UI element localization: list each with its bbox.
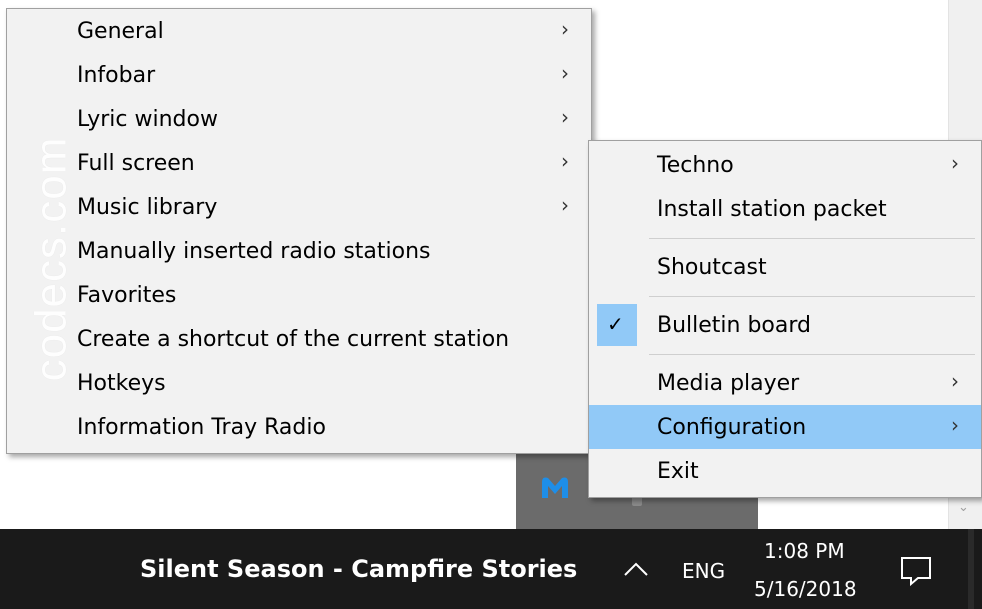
menu-item-lyric-window[interactable]: Lyric window › [7,97,591,141]
menu-item-general[interactable]: General › [7,9,591,53]
menu-item-label: Manually inserted radio stations [77,239,431,264]
menu-item-label: Configuration [657,415,807,440]
show-desktop-button[interactable] [968,529,974,609]
menu-item-infobar[interactable]: Infobar › [7,53,591,97]
menu-item-favorites[interactable]: Favorites [7,273,591,317]
chevron-right-icon: › [951,369,959,393]
menu-item-label: Lyric window [77,107,218,132]
chevron-right-icon: › [951,151,959,175]
menu-item-bulletin-board[interactable]: ✓ Bulletin board [589,303,981,347]
tray-context-menu: Techno › Install station packet Shoutcas… [588,140,982,498]
menu-item-label: Techno [657,153,734,178]
menu-separator [649,296,975,297]
menu-separator [649,238,975,239]
now-playing-text: Silent Season - Campfire Stories [140,555,578,583]
scroll-down-arrow-icon[interactable]: ⌄ [958,500,969,515]
menu-item-label: Shoutcast [657,255,767,280]
menu-item-full-screen[interactable]: Full screen › [7,141,591,185]
menu-item-label: Favorites [77,283,177,308]
menu-item-configuration[interactable]: Configuration › [589,405,981,449]
menu-item-label: Media player [657,371,800,396]
language-indicator[interactable]: ENG [682,559,725,583]
checkmark-icon: ✓ [607,312,624,336]
chevron-right-icon: › [561,17,569,41]
menu-item-label: Hotkeys [77,371,166,396]
menu-item-label: Bulletin board [657,313,811,338]
menu-item-music-library[interactable]: Music library › [7,185,591,229]
check-indicator: ✓ [597,304,637,346]
chevron-right-icon: › [561,61,569,85]
menu-item-label: Information Tray Radio [77,415,326,440]
menu-item-hotkeys[interactable]: Hotkeys [7,361,591,405]
menu-item-label: General [77,19,164,44]
chevron-right-icon: › [561,105,569,129]
chevron-right-icon: › [561,193,569,217]
menu-item-label: Infobar [77,63,156,88]
configuration-submenu: codecs.com General › Infobar › Lyric win… [6,8,592,454]
malwarebytes-icon[interactable] [538,472,572,506]
menu-separator [649,354,975,355]
action-center-icon[interactable] [898,553,934,589]
chevron-right-icon: › [561,149,569,173]
chevron-up-icon[interactable] [622,557,650,581]
clock-date[interactable]: 5/16/2018 [754,577,857,601]
menu-item-manual-radio-stations[interactable]: Manually inserted radio stations [7,229,591,273]
menu-item-create-shortcut[interactable]: Create a shortcut of the current station [7,317,591,361]
menu-item-install-station-packet[interactable]: Install station packet [589,187,981,231]
menu-item-exit[interactable]: Exit [589,449,981,493]
menu-item-label: Full screen [77,151,195,176]
menu-item-information[interactable]: Information Tray Radio [7,405,591,449]
menu-item-media-player[interactable]: Media player › [589,361,981,405]
menu-item-label: Exit [657,459,699,484]
chevron-right-icon: › [951,413,959,437]
clock-time[interactable]: 1:08 PM [764,539,845,563]
menu-item-techno[interactable]: Techno › [589,143,981,187]
menu-item-shoutcast[interactable]: Shoutcast [589,245,981,289]
taskbar: Silent Season - Campfire Stories ENG 1:0… [0,529,982,609]
menu-item-label: Install station packet [657,197,887,222]
menu-item-label: Create a shortcut of the current station [77,327,510,352]
menu-item-label: Music library [77,195,218,220]
